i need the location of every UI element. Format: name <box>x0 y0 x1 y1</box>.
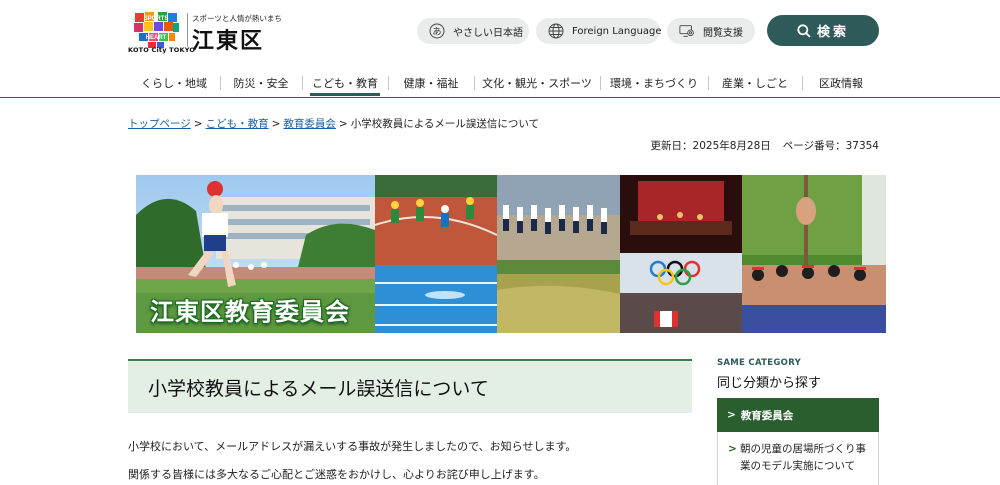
page-meta: 更新日：2025年8月28日 ページ番号：37354 <box>651 138 879 153</box>
easy-japanese-button[interactable]: あ やさしい日本語 <box>417 18 529 44</box>
nav-item-industry[interactable]: 産業・しごと <box>708 70 802 96</box>
breadcrumb-separator: > <box>271 118 281 130</box>
search-icon <box>797 23 811 38</box>
breadcrumb-separator: > <box>338 118 348 130</box>
sidebar-item-label: 教育委員会 <box>740 409 794 422</box>
nav-item-environment[interactable]: 環境・まちづくり <box>600 70 708 96</box>
sidebar-item-education-board[interactable]: > 教育委員会 <box>717 398 879 432</box>
svg-text:あ: あ <box>432 27 441 38</box>
body-paragraph: 関係する皆様には多大なるご心配とご迷惑をおかけし、心よりお詫び申し上げます。 <box>128 468 545 481</box>
logo-city-caption: KOTO City TOKYO <box>128 46 196 54</box>
breadcrumb-link-subcategory[interactable]: 教育委員会 <box>283 118 336 130</box>
global-nav: くらし・地域 防災・安全 こども・教育 健康・福祉 文化・観光・スポーツ 環境・… <box>128 70 880 96</box>
reading-support-label: 閲覧支援 <box>703 27 743 39</box>
page-number: ページ番号：37354 <box>782 140 879 152</box>
easy-japanese-label: やさしい日本語 <box>453 27 523 39</box>
breadcrumb-link-top[interactable]: トップページ <box>128 118 191 130</box>
sidebar-list: > 朝の児童の居場所づくり事業のモデル実施について <box>717 432 879 485</box>
banner-photo-festival <box>742 175 886 333</box>
nav-item-children[interactable]: こども・教育 <box>302 70 388 96</box>
banner-photo-pool <box>375 265 497 333</box>
logo-city-name[interactable]: 江東区 <box>192 23 264 55</box>
gear-icon <box>679 23 695 39</box>
banner-title: 江東区教育委員会 <box>150 298 350 326</box>
chevron-right-icon: > <box>728 443 737 455</box>
breadcrumb-current: 小学校教員によるメール誤送信について <box>350 118 540 130</box>
banner-photo-field-work <box>497 260 620 333</box>
sidebar-title: 同じ分類から探す <box>717 376 822 391</box>
nav-item-life[interactable]: くらし・地域 <box>128 70 220 96</box>
sidebar-item-morning-program[interactable]: 朝の児童の居場所づくり事業のモデル実施について <box>728 441 870 475</box>
banner-photo-relay <box>375 175 497 265</box>
foreign-language-button[interactable]: Foreign Language <box>536 18 662 44</box>
nav-item-health[interactable]: 健康・福祉 <box>388 70 474 96</box>
nav-divider <box>0 97 1000 98</box>
breadcrumb-link-category[interactable]: こども・教育 <box>206 118 269 130</box>
breadcrumb-separator: > <box>193 118 203 130</box>
foreign-language-label: Foreign Language <box>572 25 662 37</box>
page-title: 小学校教員によるメール誤送信について <box>128 359 692 413</box>
body-paragraph: 小学校において、メールアドレスが漏えいする事故が発生しましたので、お知らせします… <box>128 440 577 453</box>
globe-icon <box>548 23 564 39</box>
banner-photo-assembly <box>497 175 620 260</box>
banner-photo-international-exchange <box>620 253 742 333</box>
logo-divider <box>187 13 188 47</box>
site-header: SPORTS HEART KOTO City TOKYO スポーツと人情が熱いま… <box>0 0 1000 62</box>
nav-item-culture[interactable]: 文化・観光・スポーツ <box>474 70 600 96</box>
svg-text:HEART: HEART <box>146 35 167 41</box>
chevron-right-icon: > <box>727 409 736 421</box>
updated-date: 更新日：2025年8月28日 <box>650 140 771 152</box>
nav-item-government[interactable]: 区政情報 <box>802 70 880 96</box>
reading-support-button[interactable]: 閲覧支援 <box>667 18 755 44</box>
breadcrumb: トップページ > こども・教育 > 教育委員会 > 小学校教員によるメール誤送信について <box>128 116 539 131</box>
search-button[interactable]: 検索 <box>767 15 879 46</box>
nav-item-disaster[interactable]: 防災・安全 <box>220 70 302 96</box>
banner-photo-stage <box>620 175 742 253</box>
search-button-label: 検索 <box>816 25 849 40</box>
sidebar-kicker: SAME CATEGORY <box>717 358 802 368</box>
hiragana-a-icon: あ <box>429 23 445 39</box>
svg-text:SPORTS: SPORTS <box>144 16 169 22</box>
